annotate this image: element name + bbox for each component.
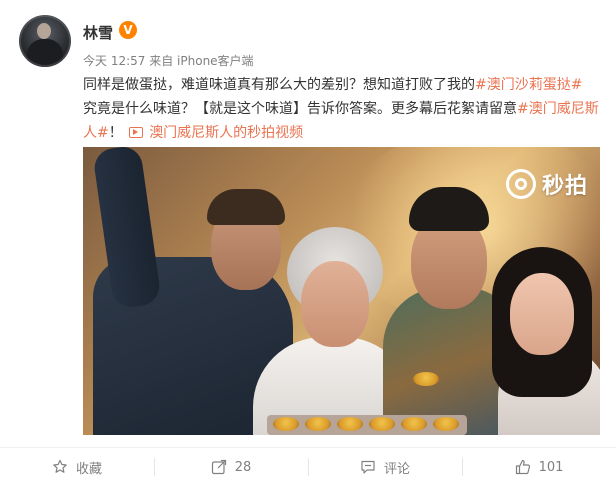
repost-button[interactable]: 28 [154,448,308,486]
egg-tart-held [413,372,439,386]
young-man-hair [409,187,489,231]
miaopai-watermark-text: 秒拍 [541,174,588,199]
egg-tart [273,417,299,431]
author-avatar[interactable] [19,15,71,67]
topic-link-shali-egg-tart[interactable]: #澳门沙莉蛋挞# [475,77,582,93]
weibo-post-card: 林雪 V 今天 12:57 来自 iPhone客户端 同样是做蛋挞，难道味道真有… [0,0,616,486]
video-thumbnail[interactable]: 秒拍 [83,147,600,435]
repost-count: 28 [234,459,252,475]
verified-badge-icon: V [119,21,137,39]
like-count: 101 [538,459,564,475]
egg-tart [305,417,331,431]
thumbs-up-icon [515,459,531,475]
egg-tart [337,417,363,431]
man-hair [207,189,285,225]
star-icon [52,459,68,475]
comment-label: 评论 [383,461,410,477]
post-source: 来自 iPhone客户端 [149,54,254,68]
comment-button[interactable]: 评论 [308,448,462,486]
verified-badge-letter: V [123,23,133,37]
favorite-button[interactable]: 收藏 [0,448,154,486]
post-text-part1: 同样是做蛋挞，难道味道真有那么大的差别？想知道打败了我的 [83,77,475,93]
action-bar: 收藏 28 评论 101 [0,448,616,486]
comment-icon [360,459,376,475]
miaopai-watermark: 秒拍 [505,168,588,200]
video-link[interactable]: 澳门威尼斯人的秒拍视频 [149,125,303,141]
author-name[interactable]: 林雪 [83,22,113,43]
share-icon [211,459,227,475]
miaopai-logo-icon [505,169,536,199]
grandma-face [301,261,369,347]
post-text-part3: ！ [108,125,123,141]
post-meta: 今天 12:57 来自 iPhone客户端 [83,52,254,69]
egg-tart [369,417,395,431]
post-text: 同样是做蛋挞，难道味道真有那么大的差别？想知道打败了我的#澳门沙莉蛋挞# 究竟是… [83,73,603,145]
like-button[interactable]: 101 [462,448,616,486]
video-link-icon [129,127,144,138]
favorite-label: 收藏 [75,461,102,477]
egg-tart [401,417,427,431]
avatar-ring [19,15,71,67]
woman-face [510,273,574,355]
egg-tart [433,417,459,431]
person-young-woman [488,247,600,435]
post-time[interactable]: 今天 12:57 [83,54,145,68]
post-text-part2: 究竟是什么味道？【就是这个味道】告诉你答案。更多幕后花絮请留意 [83,101,517,117]
